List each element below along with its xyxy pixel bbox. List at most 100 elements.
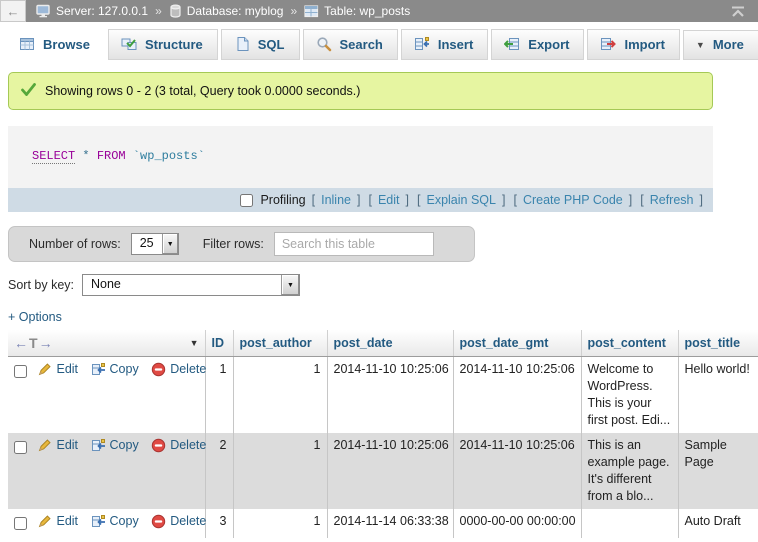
- create-php-code-link[interactable]: Create PHP Code: [523, 193, 623, 207]
- copy-icon: [91, 438, 106, 453]
- server-icon: [36, 4, 51, 18]
- copy-label: Copy: [110, 361, 139, 378]
- options-toggle[interactable]: + Options: [8, 310, 758, 324]
- sql-identifier: `wp_posts`: [133, 149, 205, 163]
- sql-keyword-select[interactable]: SELECT: [32, 149, 75, 164]
- tab-sql[interactable]: SQL: [221, 29, 300, 60]
- header-post-author[interactable]: post_author: [233, 330, 327, 357]
- copy-link[interactable]: Copy: [91, 361, 139, 378]
- header-post-content[interactable]: post_content: [581, 330, 678, 357]
- delete-label: Delete: [170, 513, 206, 530]
- delete-icon: [151, 438, 166, 453]
- edit-link[interactable]: Edit: [37, 513, 78, 530]
- row-checkbox[interactable]: [14, 441, 27, 454]
- table-row: Edit Copy Delete 2 1 2014-11-10 10:25:06…: [8, 433, 758, 509]
- tab-bar: Browse Structure SQL Search Insert Expor…: [0, 22, 758, 60]
- edit-link[interactable]: Edit: [37, 437, 78, 454]
- insert-icon: [414, 36, 430, 52]
- inline-link[interactable]: Inline: [321, 193, 351, 207]
- row-actions: Edit Copy Delete: [8, 357, 205, 434]
- cell-post-date: 2014-11-10 10:25:06: [327, 357, 453, 434]
- results-table: ← T → ▼ ID post_author post_date post_da…: [8, 330, 758, 538]
- breadcrumb-database[interactable]: Database: myblog: [187, 4, 284, 18]
- column-nav-icon[interactable]: T: [29, 335, 38, 351]
- header-row: ← T → ▼ ID post_author post_date post_da…: [8, 330, 758, 357]
- header-post-title[interactable]: post_title: [678, 330, 758, 357]
- edit-label: Edit: [56, 437, 78, 454]
- pencil-icon: [37, 438, 52, 453]
- copy-label: Copy: [110, 513, 139, 530]
- header-id[interactable]: ID: [205, 330, 233, 357]
- structure-icon: [121, 36, 137, 52]
- tab-export[interactable]: Export: [491, 29, 584, 60]
- header-actions: ← T → ▼: [8, 330, 205, 357]
- row-actions: Edit Copy Delete: [8, 433, 205, 509]
- edit-link[interactable]: Edit: [37, 361, 78, 378]
- breadcrumb-separator: »: [290, 4, 297, 18]
- chevron-down-icon: ▼: [696, 40, 705, 50]
- bracket: ]: [700, 193, 703, 207]
- header-post-date[interactable]: post_date: [327, 330, 453, 357]
- bracket: ]: [502, 193, 505, 207]
- tab-more[interactable]: ▼ More: [683, 30, 758, 60]
- sql-icon: [234, 36, 250, 52]
- breadcrumb: Server: 127.0.0.1 » Database: myblog » T…: [36, 4, 410, 18]
- number-of-rows-select[interactable]: 25 ▼: [131, 233, 179, 255]
- back-button[interactable]: ←: [0, 0, 26, 22]
- pencil-icon: [37, 362, 52, 377]
- tab-label: More: [713, 37, 744, 52]
- delete-label: Delete: [170, 361, 206, 378]
- cell-post-date-gmt: 2014-11-10 10:25:06: [453, 433, 581, 509]
- scroll-top-icon[interactable]: [730, 6, 746, 17]
- select-value: None: [83, 275, 281, 295]
- sort-indicator-icon[interactable]: ▼: [190, 338, 199, 348]
- bracket: [: [640, 193, 643, 207]
- cell-post-content: [581, 509, 678, 538]
- edit-query-link[interactable]: Edit: [378, 193, 400, 207]
- rows-control-bar: Number of rows: 25 ▼ Filter rows:: [8, 226, 475, 262]
- sql-query: SELECT * FROM `wp_posts`: [8, 126, 713, 188]
- tab-search[interactable]: Search: [303, 29, 398, 60]
- tab-structure[interactable]: Structure: [108, 29, 218, 60]
- arrow-right-icon[interactable]: →: [39, 335, 53, 351]
- number-of-rows-label: Number of rows:: [29, 237, 121, 251]
- back-arrow-icon: ←: [7, 4, 20, 19]
- status-message: Showing rows 0 - 2 (3 total, Query took …: [8, 72, 713, 110]
- copy-link[interactable]: Copy: [91, 513, 139, 530]
- filter-rows-input[interactable]: [274, 232, 434, 256]
- delete-link[interactable]: Delete: [151, 437, 206, 454]
- browse-icon: [19, 36, 35, 52]
- delete-link[interactable]: Delete: [151, 513, 206, 530]
- delete-link[interactable]: Delete: [151, 361, 206, 378]
- tab-insert[interactable]: Insert: [401, 29, 488, 60]
- edit-label: Edit: [56, 361, 78, 378]
- breadcrumb-server[interactable]: Server: 127.0.0.1: [56, 4, 148, 18]
- breadcrumb-table[interactable]: Table: wp_posts: [324, 4, 410, 18]
- tab-import[interactable]: Import: [587, 29, 679, 60]
- sort-by-key-select[interactable]: None ▼: [82, 274, 300, 296]
- copy-link[interactable]: Copy: [91, 437, 139, 454]
- explain-sql-link[interactable]: Explain SQL: [426, 193, 495, 207]
- profiling-checkbox[interactable]: [240, 194, 253, 207]
- tab-label: Export: [528, 37, 569, 52]
- copy-icon: [91, 362, 106, 377]
- chevron-down-icon: ▼: [162, 234, 178, 254]
- query-toolbar: Profiling [ Inline ] [ Edit ] [ Explain …: [8, 188, 713, 212]
- cell-post-author: 1: [233, 357, 327, 434]
- filter-rows-label: Filter rows:: [203, 237, 264, 251]
- refresh-link[interactable]: Refresh: [650, 193, 694, 207]
- arrow-left-icon[interactable]: ←: [14, 335, 28, 351]
- bracket: [: [513, 193, 516, 207]
- tab-label: Import: [624, 37, 664, 52]
- row-checkbox[interactable]: [14, 517, 27, 530]
- sort-by-key-label: Sort by key:: [8, 278, 74, 292]
- header-post-date-gmt[interactable]: post_date_gmt: [453, 330, 581, 357]
- row-checkbox[interactable]: [14, 365, 27, 378]
- breadcrumb-separator: »: [155, 4, 162, 18]
- database-icon: [169, 4, 182, 18]
- tab-label: Search: [340, 37, 383, 52]
- query-section: SELECT * FROM `wp_posts` Profiling [ Inl…: [8, 126, 713, 212]
- tab-browse[interactable]: Browse: [6, 29, 105, 60]
- sql-keyword-from: FROM: [97, 149, 126, 163]
- cell-post-author: 1: [233, 509, 327, 538]
